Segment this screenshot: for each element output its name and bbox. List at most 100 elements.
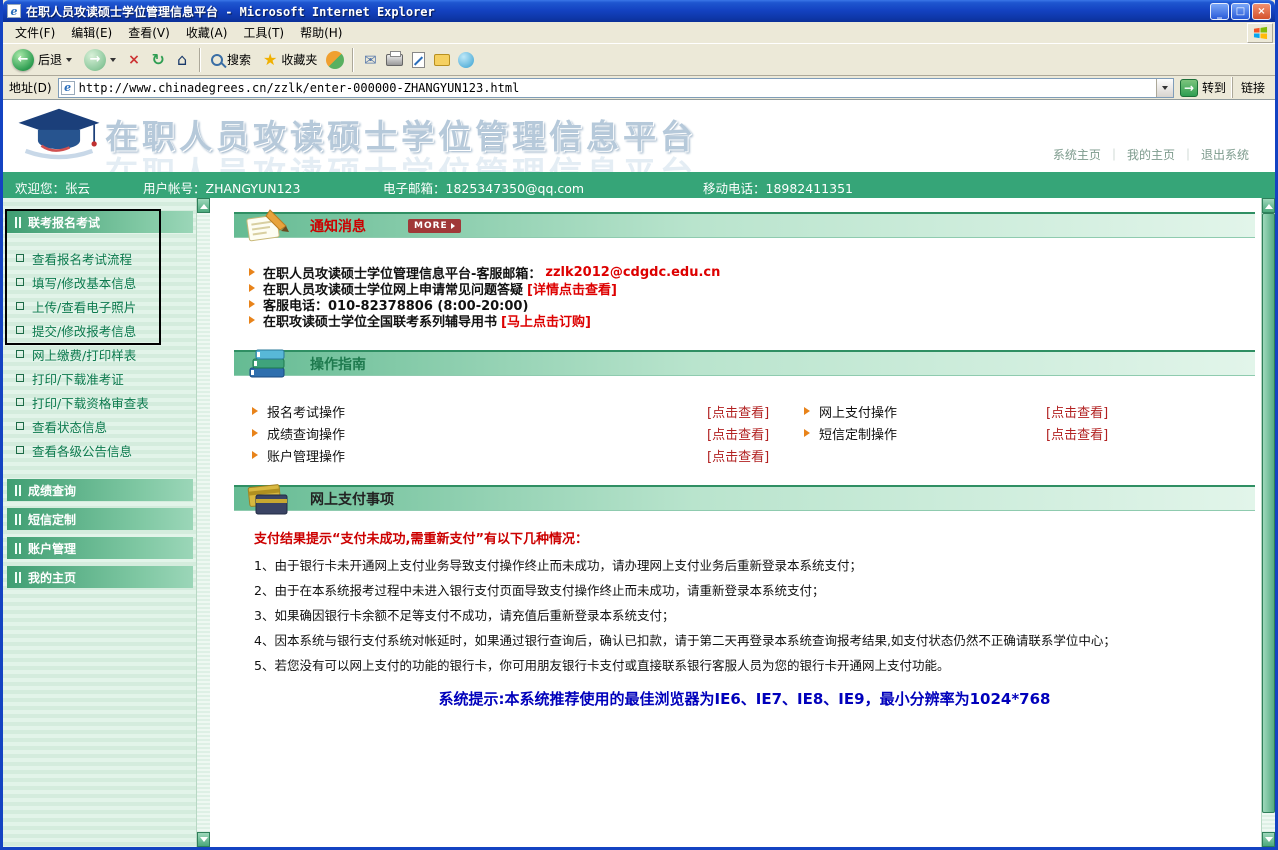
minimize-button[interactable]: _ — [1210, 3, 1229, 20]
faq-detail-link[interactable]: [详情点击查看] — [527, 279, 617, 298]
content-scrollbar[interactable] — [1261, 198, 1275, 847]
window-title: 在职人员攻读硕士学位管理信息平台 - Microsoft Internet Ex… — [21, 3, 1210, 20]
favorites-button[interactable]: ★ 收藏夹 — [258, 46, 322, 74]
stop-button[interactable]: × — [123, 48, 145, 72]
menu-tools[interactable]: 工具(T) — [235, 22, 292, 43]
close-button[interactable]: × — [1252, 3, 1271, 20]
sidebar-section-account[interactable]: 账户管理 — [7, 537, 193, 559]
messenger-button[interactable] — [455, 48, 477, 72]
go-button[interactable]: → 转到 — [1180, 79, 1226, 97]
system-tip: 系统提示:本系统推荐使用的最佳浏览器为IE6、IE7、IE8、IE9，最小分辨率… — [234, 688, 1255, 709]
media-icon — [326, 51, 344, 69]
more-arrow-icon — [451, 223, 455, 229]
sidebar-item-qualification-form[interactable]: 打印/下载资格审查表 — [16, 390, 196, 414]
scroll-up-button[interactable] — [1262, 198, 1275, 213]
back-icon: ← — [12, 49, 34, 71]
notice-list: 在职人员攻读硕士学位管理信息平台-客服邮箱： zzlk2012@cdgdc.ed… — [249, 264, 1255, 328]
mobile-text: 移动电话：18982411351 — [703, 178, 853, 197]
menu-bars-icon — [15, 572, 21, 583]
menu-bars-icon — [15, 217, 21, 228]
guide-op-registration: 报名考试操作 — [252, 402, 707, 421]
payment-note: 1、由于银行卡未开通网上支付业务导致支付操作终止而未成功，请办理网上支付业务后重… — [254, 553, 1255, 578]
frames-row: 联考报名考试 查看报名考试流程 填写/修改基本信息 上传/查看电子照片 提交/修… — [3, 198, 1275, 847]
nav-logout[interactable]: 退出系统 — [1201, 146, 1249, 163]
payment-list: 1、由于银行卡未开通网上支付业务导致支付操作终止而未成功，请办理网上支付业务后重… — [254, 553, 1255, 678]
search-button[interactable]: 搜索 — [206, 46, 256, 74]
print-button[interactable] — [383, 48, 405, 72]
order-book-link[interactable]: [马上点击订购] — [501, 311, 591, 330]
back-dropdown-icon[interactable] — [66, 58, 72, 62]
forward-dropdown-icon[interactable] — [110, 58, 116, 62]
sidebar-item-view-process[interactable]: 查看报名考试流程 — [16, 246, 196, 270]
guide-row: 报名考试操作 [点击查看] 网上支付操作 [点击查看] — [234, 400, 1255, 422]
browser-window: e 在职人员攻读硕士学位管理信息平台 - Microsoft Internet … — [0, 0, 1278, 850]
payment-title: 网上支付事项 — [310, 489, 394, 509]
mail-button[interactable]: ✉ — [359, 48, 381, 72]
url-text[interactable]: http://www.chinadegrees.cn/zzlk/enter-00… — [79, 81, 1152, 95]
back-button[interactable]: ← 后退 — [7, 46, 77, 74]
sidebar-section-sms[interactable]: 短信定制 — [7, 508, 193, 530]
payment-note: 5、若您没有可以网上支付的功能的银行卡，你可用朋友银行卡支付或直接联系银行客服人… — [254, 653, 1255, 678]
edit-button[interactable] — [407, 48, 429, 72]
notices-title: 通知消息 — [310, 216, 366, 236]
nav-my-home[interactable]: 我的主页 — [1127, 146, 1175, 163]
payment-note: 3、如果确因银行卡余额不足等支付不成功，请充值后重新登录本系统支付； — [254, 603, 1255, 628]
print-icon — [386, 54, 403, 66]
address-dropdown-button[interactable] — [1156, 79, 1173, 97]
guide-op-account: 账户管理操作 — [252, 446, 707, 465]
sidebar-section-scores[interactable]: 成绩查询 — [7, 479, 193, 501]
menu-favorites[interactable]: 收藏(A) — [178, 22, 236, 43]
sidebar-item-admission-ticket[interactable]: 打印/下载准考证 — [16, 366, 196, 390]
page-favicon: e — [61, 81, 75, 95]
forward-button[interactable]: → — [79, 46, 121, 74]
menu-bars-icon — [15, 485, 21, 496]
discuss-button[interactable] — [431, 48, 453, 72]
sidebar-scrollbar[interactable] — [196, 198, 210, 847]
payment-note: 2、由于在本系统报考过程中未进入银行支付页面导致支付操作终止而未成功，请重新登录… — [254, 578, 1255, 603]
menu-file[interactable]: 文件(F) — [7, 22, 63, 43]
scrollbar-thumb[interactable] — [1262, 213, 1275, 813]
books-icon — [244, 345, 290, 387]
home-button[interactable]: ⌂ — [171, 48, 193, 72]
payment-intro: 支付结果提示“支付未成功,需重新支付”有以下几种情况： — [254, 528, 1255, 547]
view-link[interactable]: [点击查看] — [707, 424, 804, 443]
menu-help[interactable]: 帮助(H) — [292, 22, 350, 43]
scroll-down-button[interactable] — [1262, 832, 1275, 847]
sidebar-item-basic-info[interactable]: 填写/修改基本信息 — [16, 270, 196, 294]
windows-logo-icon — [1247, 23, 1273, 43]
scroll-down-button[interactable] — [197, 832, 210, 847]
sidebar-item-online-pay[interactable]: 网上缴费/打印样表 — [16, 342, 196, 366]
service-email-link[interactable]: zzlk2012@cdgdc.edu.cn — [545, 265, 720, 280]
view-link[interactable]: [点击查看] — [707, 402, 804, 421]
view-link[interactable]: [点击查看] — [1046, 424, 1108, 443]
title-bar[interactable]: e 在职人员攻读硕士学位管理信息平台 - Microsoft Internet … — [3, 0, 1275, 22]
sidebar-item-submit-info[interactable]: 提交/修改报考信息 — [16, 318, 196, 342]
nav-system-home[interactable]: 系统主页 — [1053, 146, 1101, 163]
menu-edit[interactable]: 编辑(E) — [63, 22, 120, 43]
view-link[interactable]: [点击查看] — [1046, 402, 1108, 421]
email-text: 电子邮箱：1825347350@qq.com — [383, 178, 584, 197]
sidebar-section-myhome[interactable]: 我的主页 — [7, 566, 193, 588]
sidebar-item-status-info[interactable]: 查看状态信息 — [16, 414, 196, 438]
view-link[interactable]: [点击查看] — [707, 446, 804, 465]
refresh-button[interactable]: ↻ — [147, 48, 169, 72]
more-button[interactable]: MORE — [408, 219, 461, 233]
media-button[interactable] — [324, 48, 346, 72]
scrollbar-track[interactable] — [1262, 213, 1275, 832]
sidebar-item-announcements[interactable]: 查看各级公告信息 — [16, 438, 196, 462]
scroll-up-button[interactable] — [197, 198, 210, 213]
guide-header-bar: 操作指南 — [234, 350, 1255, 376]
toolbar-separator — [352, 48, 353, 72]
maximize-button[interactable]: □ — [1231, 3, 1250, 20]
scrollbar-track[interactable] — [197, 213, 210, 832]
guide-op-scores: 成绩查询操作 — [252, 424, 707, 443]
menu-view[interactable]: 查看(V) — [120, 22, 178, 43]
forward-icon: → — [84, 49, 106, 71]
guide-row: 成绩查询操作 [点击查看] 短信定制操作 [点击查看] — [234, 422, 1255, 444]
sidebar-section-exam[interactable]: 联考报名考试 — [7, 211, 193, 233]
sidebar-item-photo-upload[interactable]: 上传/查看电子照片 — [16, 294, 196, 318]
guide-title: 操作指南 — [310, 354, 366, 374]
address-input[interactable]: e http://www.chinadegrees.cn/zzlk/enter-… — [58, 78, 1174, 98]
site-logo — [15, 107, 103, 169]
links-label[interactable]: 链接 — [1232, 77, 1269, 98]
